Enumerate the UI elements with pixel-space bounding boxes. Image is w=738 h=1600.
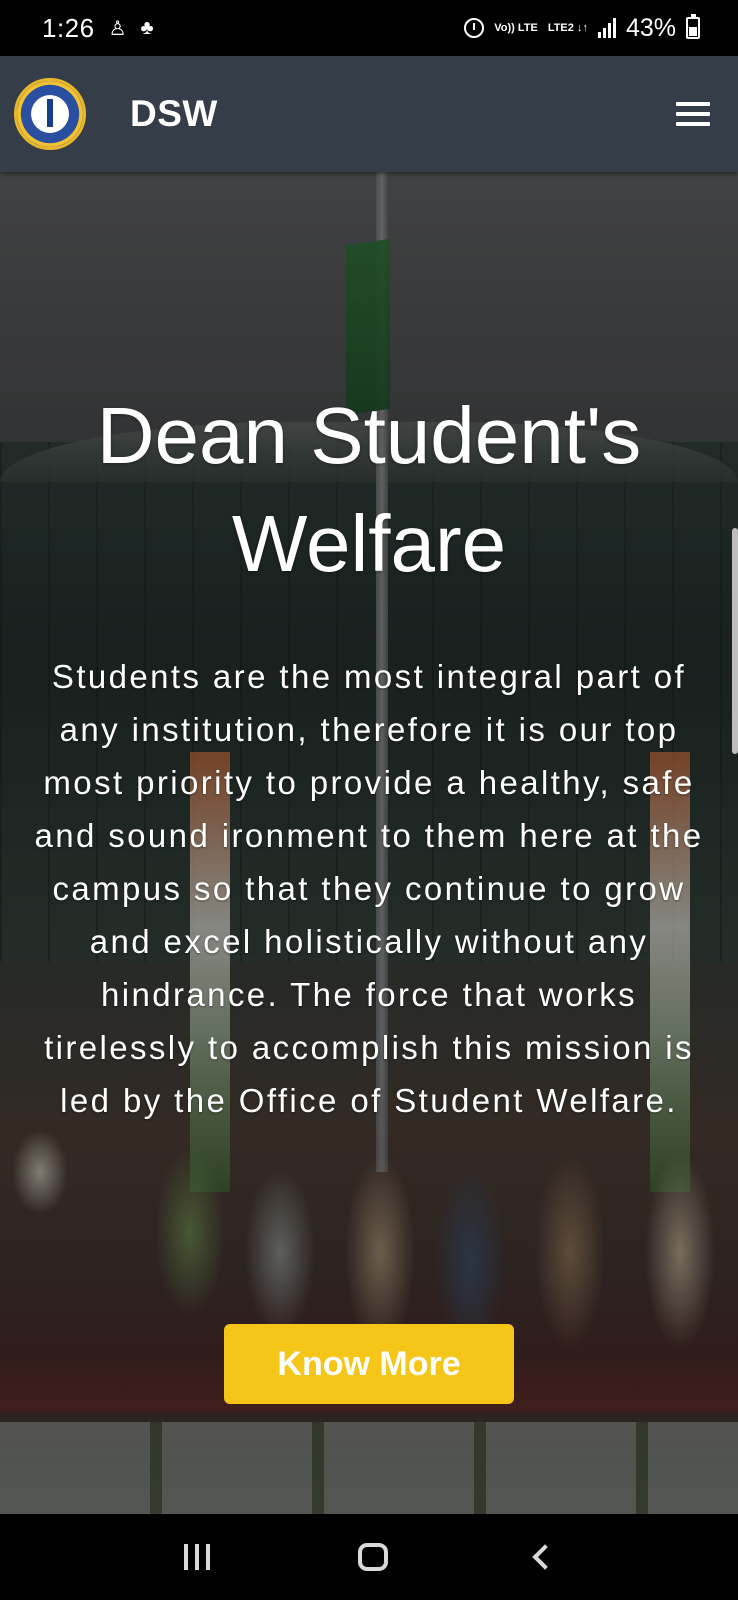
institute-logo-icon[interactable] [14,78,86,150]
know-more-button[interactable]: Know More [224,1324,514,1404]
status-bar: 1:26 ♙ ♣ Vo)) LTE LTE2 ↓↑ 43% [0,0,738,56]
screen: 1:26 ♙ ♣ Vo)) LTE LTE2 ↓↑ 43% DSW Dean S… [0,0,738,1600]
network-label-2: LTE2 ↓↑ [547,21,588,34]
hero-description: Students are the most integral part of a… [34,658,704,1119]
home-icon[interactable] [358,1543,388,1571]
system-nav-bar [0,1514,738,1600]
hamburger-menu-icon[interactable] [676,102,710,126]
alarm-icon [464,18,485,38]
scrollbar-thumb[interactable] [732,528,738,754]
hero-content: Dean Student's Welfare Students are the … [0,172,738,1514]
hero-title: Dean Student's Welfare [96,391,642,588]
battery-icon [686,14,700,39]
person-icon: ♙ [108,17,127,40]
network-label-1: Vo)) LTE [494,21,538,34]
recent-apps-icon[interactable] [184,1544,210,1570]
plant-icon: ♣ [140,16,154,39]
status-right: Vo)) LTE LTE2 ↓↑ 43% [464,14,700,43]
battery-percent: 43% [625,13,676,42]
signal-icon [597,18,616,38]
back-icon[interactable] [532,1544,558,1570]
app-header: DSW [0,56,738,172]
brand-title[interactable]: DSW [130,93,218,135]
status-time: 1:26 [42,12,95,43]
status-left: 1:26 ♙ ♣ [42,13,154,44]
hero-section: Dean Student's Welfare Students are the … [0,172,738,1514]
